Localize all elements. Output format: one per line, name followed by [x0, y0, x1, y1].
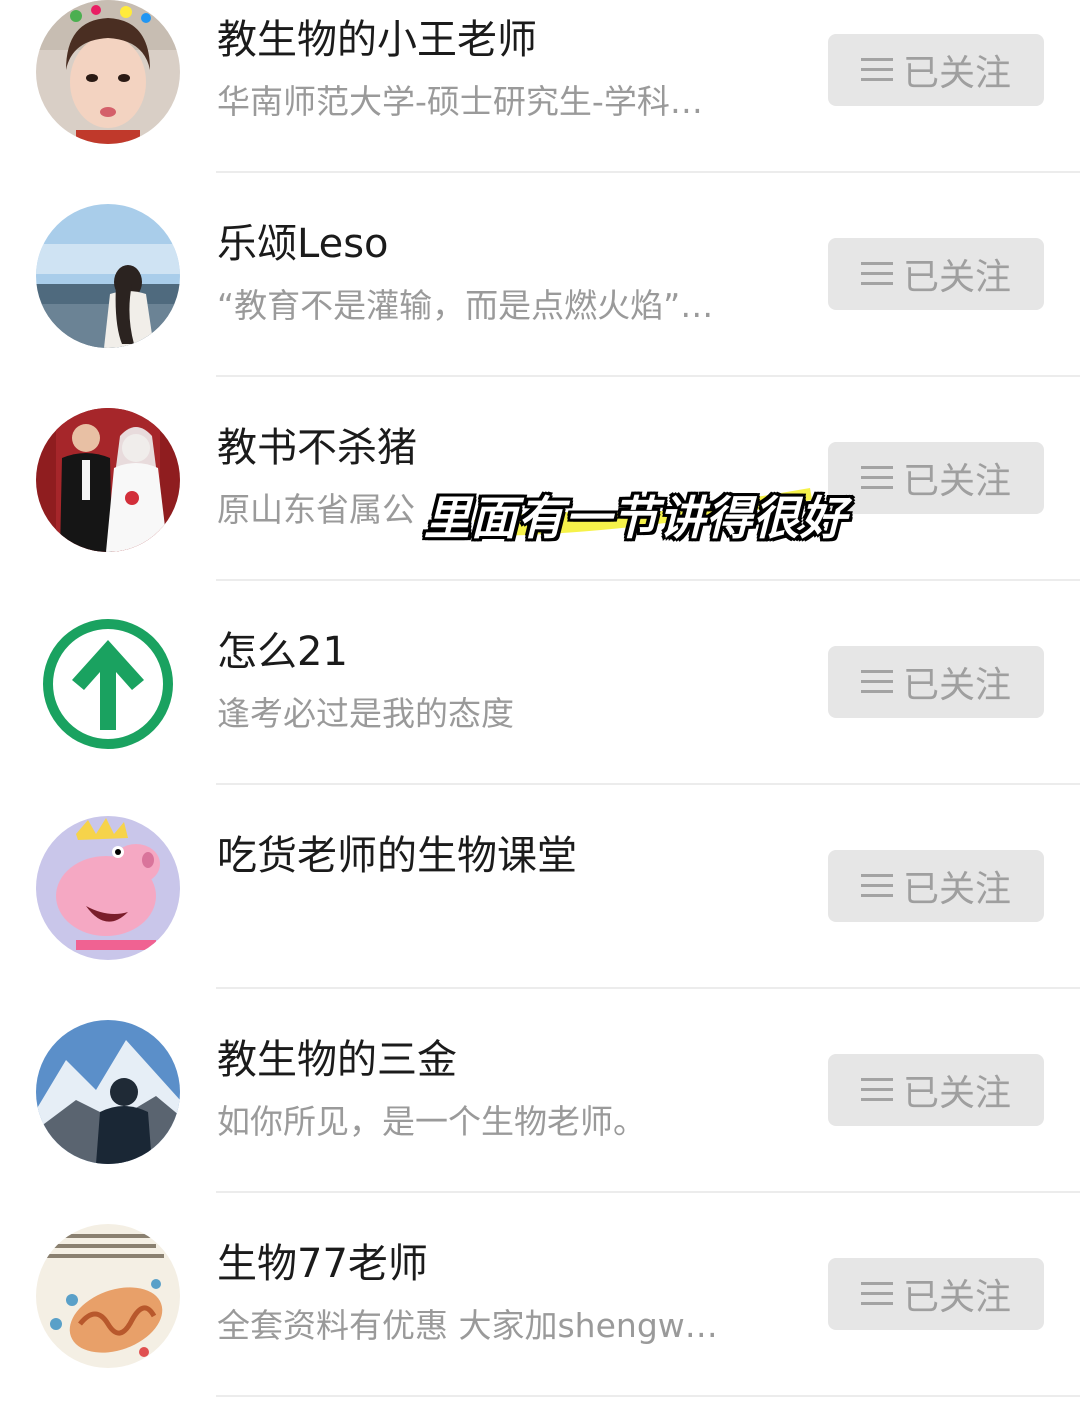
divider	[216, 171, 1080, 173]
mitochondria-diagram-avatar	[36, 1224, 180, 1368]
account-description: 原山东省属公	[217, 490, 415, 529]
divider	[216, 375, 1080, 377]
account-description: 如你所见，是一个生物老师。	[217, 1102, 646, 1141]
following-button[interactable]: 已关注	[828, 1258, 1044, 1330]
account-description: 全套资料有优惠 大家加shengw…	[217, 1306, 718, 1345]
following-button-label: 已关注	[902, 665, 1011, 706]
account-name: 教生物的三金	[217, 1037, 457, 1083]
seaside-photo-avatar	[36, 204, 180, 348]
list-item[interactable]: 怎么21 逢考必过是我的态度 已关注	[0, 612, 1080, 816]
list-item[interactable]: 吃货老师的生物课堂 已关注	[0, 816, 1080, 1020]
following-button[interactable]: 已关注	[828, 850, 1044, 922]
menu-lines-icon	[860, 1076, 893, 1104]
following-button[interactable]: 已关注	[828, 1054, 1044, 1126]
following-button-label: 已关注	[902, 1277, 1011, 1318]
divider	[216, 783, 1080, 785]
following-button-label: 已关注	[902, 869, 1011, 910]
list-item[interactable]: 教生物的三金 如你所见，是一个生物老师。 已关注	[0, 1020, 1080, 1224]
avatar[interactable]	[36, 816, 180, 960]
account-name: 生物77老师	[217, 1241, 428, 1287]
cartoon-pig-avatar	[36, 816, 180, 960]
menu-lines-icon	[860, 872, 893, 900]
divider	[216, 1191, 1080, 1193]
following-button-label: 已关注	[902, 461, 1011, 502]
divider	[216, 579, 1080, 581]
list-item[interactable]: 生物77老师 全套资料有优惠 大家加shengw… 已关注	[0, 1224, 1080, 1428]
following-button-label: 已关注	[902, 257, 1011, 298]
video-caption-overlay: 里面有一节讲得很好	[424, 491, 847, 545]
account-description: “教育不是灌输，而是点燃火焰”…	[217, 286, 714, 325]
following-button-label: 已关注	[902, 53, 1011, 94]
divider	[216, 1395, 1080, 1397]
wedding-photo-avatar	[36, 408, 180, 552]
account-description: 逢考必过是我的态度	[217, 694, 514, 733]
avatar[interactable]	[36, 204, 180, 348]
avatar[interactable]	[36, 1020, 180, 1164]
following-list: 教生物的小王老师 华南师范大学-硕士研究生-学科… 已关注 乐颂Leso “教育…	[0, 0, 1080, 1401]
avatar[interactable]	[36, 0, 180, 144]
green-up-arrow-avatar	[36, 612, 180, 756]
menu-lines-icon	[860, 260, 893, 288]
account-name: 教生物的小王老师	[217, 17, 537, 63]
following-button[interactable]: 已关注	[828, 442, 1044, 514]
following-button[interactable]: 已关注	[828, 238, 1044, 310]
account-name: 教书不杀猪	[217, 425, 417, 471]
list-item[interactable]: 乐颂Leso “教育不是灌输，而是点燃火焰”… 已关注	[0, 204, 1080, 408]
teacher-portrait-avatar	[36, 0, 180, 144]
following-button-label: 已关注	[902, 1073, 1011, 1114]
menu-lines-icon	[860, 56, 893, 84]
menu-lines-icon	[860, 668, 893, 696]
divider	[216, 987, 1080, 989]
account-name: 怎么21	[217, 629, 348, 675]
menu-lines-icon	[860, 464, 893, 492]
account-description: 华南师范大学-硕士研究生-学科…	[217, 82, 703, 121]
mountain-photo-avatar	[36, 1020, 180, 1164]
avatar[interactable]	[36, 612, 180, 756]
list-item[interactable]: 教生物的小王老师 华南师范大学-硕士研究生-学科… 已关注	[0, 0, 1080, 204]
following-button[interactable]: 已关注	[828, 34, 1044, 106]
menu-lines-icon	[860, 1280, 893, 1308]
account-name: 乐颂Leso	[217, 221, 389, 267]
following-button[interactable]: 已关注	[828, 646, 1044, 718]
account-name: 吃货老师的生物课堂	[217, 833, 577, 879]
avatar[interactable]	[36, 408, 180, 552]
avatar[interactable]	[36, 1224, 180, 1368]
